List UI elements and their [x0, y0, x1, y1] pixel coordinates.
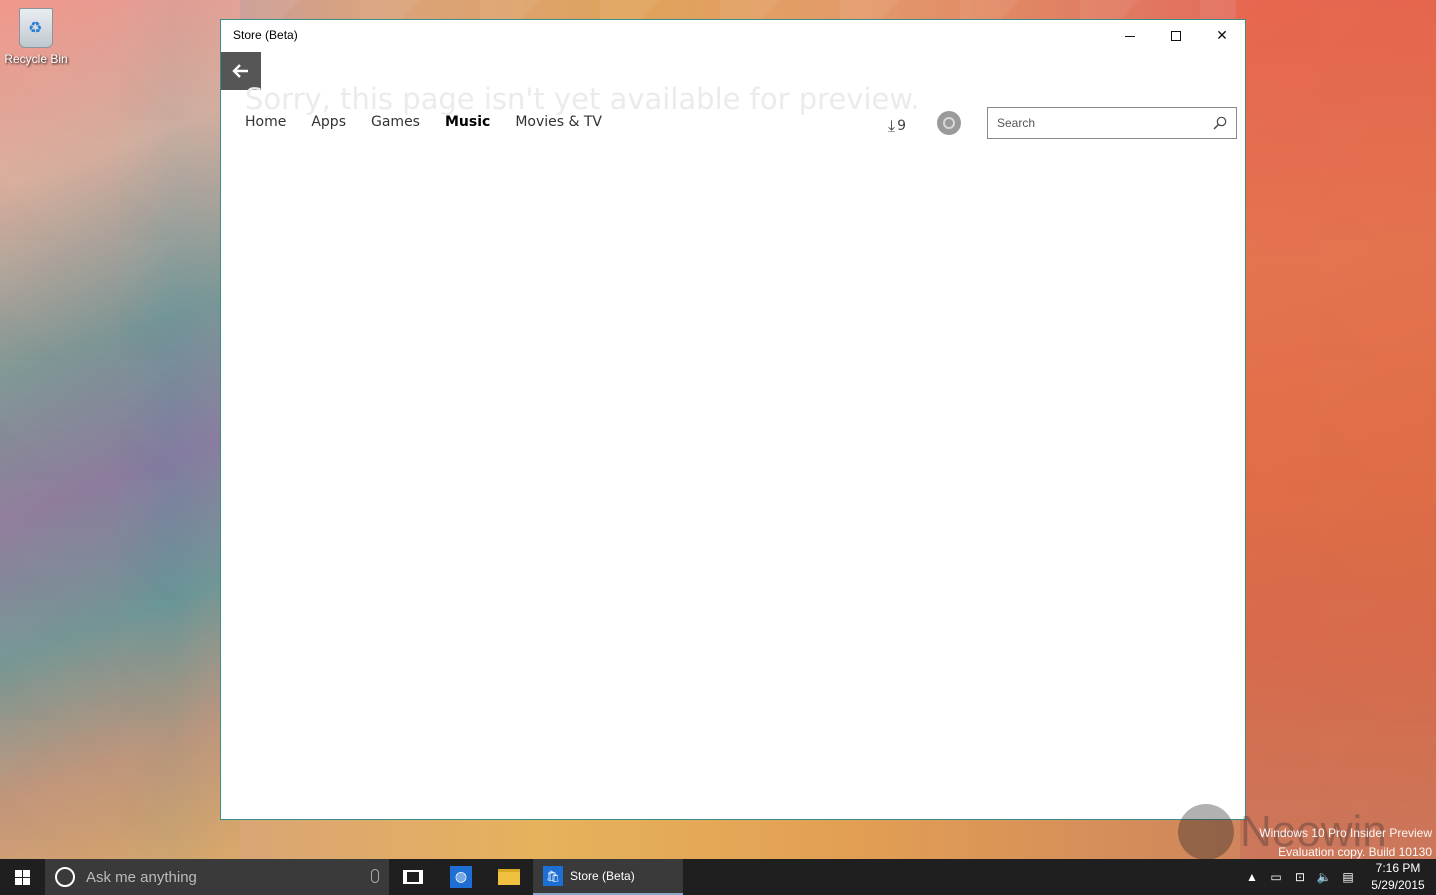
- neowin-logo-icon: [1178, 804, 1234, 860]
- start-button[interactable]: [0, 859, 45, 895]
- downloads-count: 9: [897, 118, 906, 134]
- window-title: Store (Beta): [233, 28, 298, 42]
- microphone-icon[interactable]: [371, 869, 379, 883]
- close-icon: ✕: [1216, 28, 1228, 44]
- download-arrow-icon: ⤓: [888, 116, 896, 135]
- wallpaper-bottom: [240, 818, 1240, 860]
- cortana-icon: [55, 867, 75, 887]
- recycle-bin-label: Recycle Bin: [4, 52, 68, 66]
- cortana-placeholder: Ask me anything: [86, 868, 197, 886]
- file-explorer-taskbar-button[interactable]: [485, 859, 533, 895]
- store-taskbar-button[interactable]: 🛍 Store (Beta): [533, 859, 683, 895]
- tab-home[interactable]: Home: [245, 114, 286, 130]
- store-nav: Home Apps Games Music Movies & TV: [245, 114, 627, 130]
- task-view-button[interactable]: [389, 859, 437, 895]
- taskbar: Ask me anything ◍ 🛍 Store (Beta) ▲ ▭ ⊡ 🔈…: [0, 859, 1436, 895]
- tab-apps[interactable]: Apps: [311, 114, 346, 130]
- show-hidden-icons-icon[interactable]: ▲: [1240, 870, 1264, 884]
- clock-date: 5/29/2015: [1371, 878, 1425, 892]
- browser-taskbar-button[interactable]: ◍: [437, 859, 485, 895]
- recycle-bin-icon: [19, 8, 53, 48]
- maximize-button[interactable]: [1153, 20, 1199, 52]
- network-icon[interactable]: ⊡: [1288, 870, 1312, 884]
- power-icon[interactable]: ▭: [1264, 870, 1288, 884]
- unavailable-message: Sorry, this page isn't yet available for…: [245, 82, 920, 116]
- account-avatar[interactable]: [937, 111, 961, 135]
- volume-icon[interactable]: 🔈: [1312, 870, 1336, 884]
- store-taskbar-label: Store (Beta): [570, 869, 635, 883]
- folder-icon: [498, 869, 520, 885]
- search-box: [987, 107, 1237, 139]
- browser-icon: ◍: [450, 866, 472, 888]
- task-view-icon: [403, 870, 423, 884]
- clock[interactable]: 7:16 PM 5/29/2015: [1360, 860, 1436, 894]
- system-tray: ▲ ▭ ⊡ 🔈 ▤ 7:16 PM 5/29/2015: [1240, 859, 1436, 895]
- cortana-search[interactable]: Ask me anything: [45, 859, 389, 895]
- recycle-bin-shortcut[interactable]: Recycle Bin: [4, 8, 68, 66]
- tab-movies-tv[interactable]: Movies & TV: [515, 114, 602, 130]
- minimize-button[interactable]: [1107, 20, 1153, 52]
- close-button[interactable]: ✕: [1199, 20, 1245, 52]
- wallpaper-right: [1236, 0, 1436, 860]
- store-icon: 🛍: [543, 866, 563, 886]
- windows-logo-icon: [15, 869, 30, 885]
- title-bar[interactable]: Store (Beta) ✕: [221, 20, 1245, 52]
- downloads-button[interactable]: ⤓ 9: [888, 116, 906, 136]
- tab-games[interactable]: Games: [371, 114, 420, 130]
- clock-time: 7:16 PM: [1375, 861, 1421, 875]
- store-window: Store (Beta) ✕ Sorry, this page isn't ye…: [220, 19, 1246, 820]
- maximize-icon: [1171, 31, 1181, 41]
- user-icon: [943, 117, 955, 129]
- search-input[interactable]: [988, 108, 1198, 138]
- action-center-icon[interactable]: ▤: [1336, 870, 1360, 884]
- back-arrow-icon: [232, 64, 248, 78]
- search-icon[interactable]: [1212, 115, 1228, 131]
- minimize-icon: [1125, 35, 1135, 37]
- windows-watermark: Windows 10 Pro Insider Preview Evaluatio…: [1259, 824, 1432, 862]
- wallpaper-left: [0, 0, 240, 860]
- watermark-edition: Windows 10 Pro Insider Preview: [1259, 826, 1432, 840]
- tab-music[interactable]: Music: [445, 114, 490, 130]
